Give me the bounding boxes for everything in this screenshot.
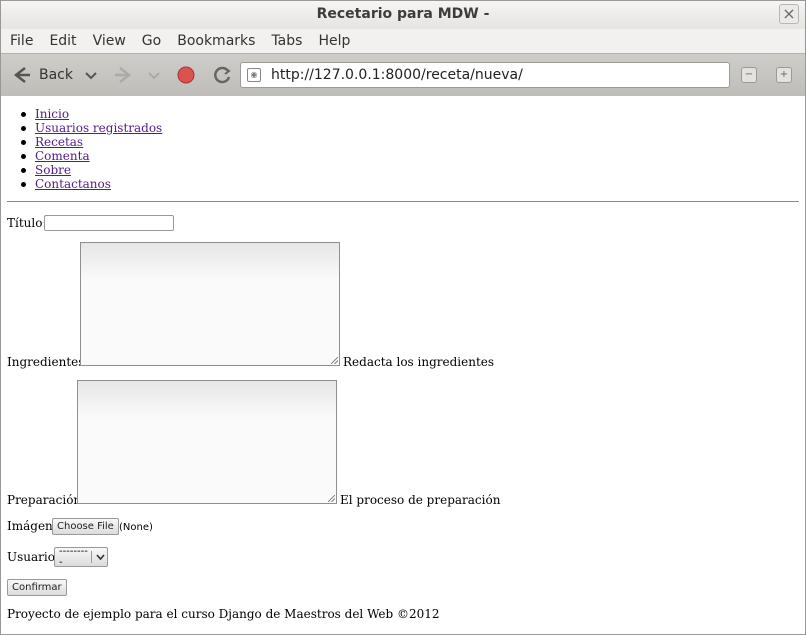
imagen-label: Imágen:: [7, 519, 57, 533]
site-nav: Inicio Usuarios registrados Recetas Come…: [21, 107, 162, 191]
resize-grip-icon[interactable]: [328, 495, 335, 502]
navigation-toolbar: Back ◉ http://127.0.0.1:8000/receta/nuev…: [1, 53, 805, 97]
nav-item: Inicio: [21, 107, 162, 121]
url-bar[interactable]: ◉ http://127.0.0.1:8000/receta/nueva/: [240, 62, 730, 88]
resize-grip-icon[interactable]: [331, 357, 338, 364]
menu-edit[interactable]: Edit: [40, 33, 83, 49]
usuario-select[interactable]: ---------: [54, 546, 108, 568]
page-icon: ◉: [247, 68, 261, 82]
chevron-down-icon: [96, 553, 105, 560]
back-dropdown-icon[interactable]: [85, 63, 97, 87]
titulo-label: Título:: [7, 216, 47, 230]
nav-item: Usuarios registrados: [21, 121, 162, 135]
forward-dropdown-icon[interactable]: [148, 63, 160, 87]
titulo-input[interactable]: [44, 215, 174, 231]
reload-icon[interactable]: [212, 63, 232, 87]
page-content: Inicio Usuarios registrados Recetas Come…: [1, 96, 805, 634]
nav-link-comenta[interactable]: Comenta: [35, 149, 90, 163]
back-arrow-icon: [13, 67, 30, 83]
menu-tabs[interactable]: Tabs: [262, 33, 309, 49]
back-label: Back: [39, 67, 73, 83]
ingredientes-label: Ingredientes:: [7, 355, 89, 369]
menu-help[interactable]: Help: [309, 33, 357, 49]
ingredientes-help: Redacta los ingredientes: [343, 355, 495, 369]
nav-link-sobre[interactable]: Sobre: [35, 163, 71, 177]
nav-link-inicio[interactable]: Inicio: [35, 107, 69, 121]
nav-item: Comenta: [21, 149, 162, 163]
footer-text: Proyecto de ejemplo para el curso Django…: [7, 607, 440, 621]
confirmar-button[interactable]: Confirmar: [7, 579, 67, 596]
browser-window: Recetario para MDW - × File Edit View Go…: [0, 0, 806, 635]
nav-item: Contactanos: [21, 177, 162, 191]
usuario-selected-value: ---------: [59, 546, 88, 568]
usuario-label: Usuario:: [7, 550, 59, 564]
stop-icon[interactable]: [177, 63, 195, 87]
zoom-out-icon[interactable]: −: [741, 67, 757, 83]
nav-item: Sobre: [21, 163, 162, 177]
title-bar: Recetario para MDW - ×: [1, 1, 805, 29]
forward-arrow-icon[interactable]: [112, 63, 134, 87]
preparacion-textarea[interactable]: [77, 380, 337, 504]
url-text[interactable]: http://127.0.0.1:8000/receta/nueva/: [271, 67, 523, 83]
divider: [7, 201, 799, 202]
back-button[interactable]: Back: [11, 63, 73, 87]
nav-item: Recetas: [21, 135, 162, 149]
preparacion-label: Preparación:: [7, 493, 86, 507]
preparacion-help: El proceso de preparación: [340, 493, 501, 507]
close-icon[interactable]: ×: [779, 4, 799, 24]
window-title: Recetario para MDW -: [316, 6, 490, 22]
zoom-in-icon[interactable]: +: [776, 67, 792, 83]
file-status: (None): [119, 522, 153, 533]
ingredientes-textarea[interactable]: [80, 242, 340, 366]
nav-link-usuarios[interactable]: Usuarios registrados: [35, 121, 162, 135]
select-separator: [91, 551, 92, 563]
nav-link-recetas[interactable]: Recetas: [35, 135, 83, 149]
menu-file[interactable]: File: [1, 33, 40, 49]
menu-bar: File Edit View Go Bookmarks Tabs Help: [1, 29, 805, 53]
nav-link-contactanos[interactable]: Contactanos: [35, 177, 111, 191]
menu-bookmarks[interactable]: Bookmarks: [168, 33, 262, 49]
choose-file-button[interactable]: Choose File: [52, 518, 119, 535]
menu-go[interactable]: Go: [133, 33, 168, 49]
menu-view[interactable]: View: [84, 33, 133, 49]
